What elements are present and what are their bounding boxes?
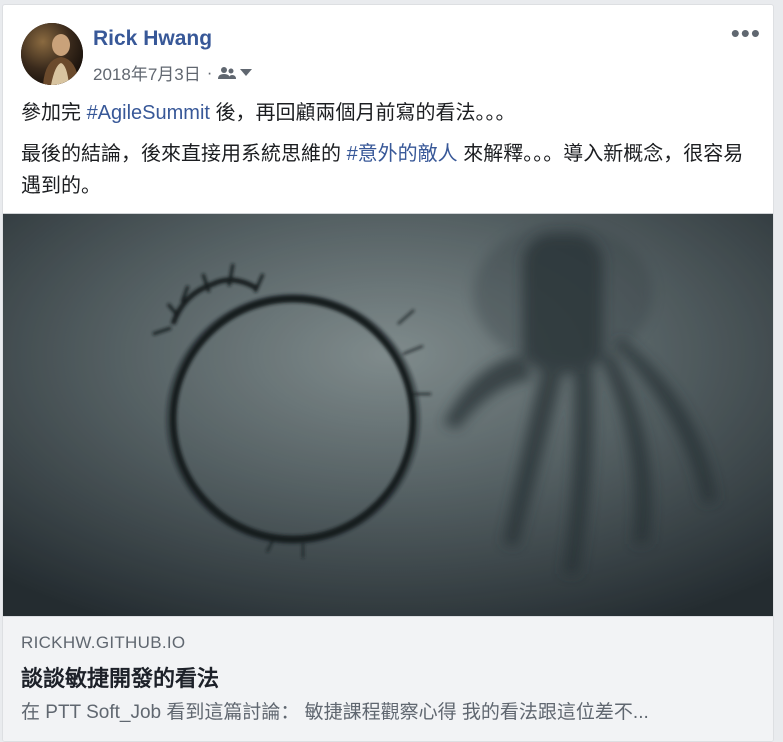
post-meta: 2018年7月3日 · <box>93 60 253 85</box>
hashtag-link[interactable]: #AgileSummit <box>87 102 210 124</box>
text-segment: 後，再回顧兩個月前寫的看法。。。 <box>209 102 516 124</box>
post-card: Rick Hwang 2018年7月3日 · ••• 參加完 #AgileSum… <box>2 4 774 742</box>
more-options-button[interactable]: ••• <box>731 20 761 46</box>
text-segment: 最後的結論，後來直接用系統思維的 <box>21 143 347 165</box>
post-text-line-1: 參加完 #AgileSummit 後，再回顧兩個月前寫的看法。。。 <box>21 97 751 129</box>
post-text-line-2: 最後的結論，後來直接用系統思維的 #意外的敵人 來解釋。。。導入新概念，很容易遇… <box>21 138 751 202</box>
post-date[interactable]: 2018年7月3日 <box>93 60 201 85</box>
link-domain: RICKHW.GITHUB.IO <box>21 633 186 652</box>
chevron-down-icon[interactable] <box>240 68 253 77</box>
avatar[interactable] <box>21 23 83 85</box>
hashtag-link[interactable]: #意外的敵人 <box>347 143 458 165</box>
link-title[interactable]: 談談敏捷開發的看法 <box>21 661 219 693</box>
meta-separator: · <box>206 62 213 82</box>
link-preview[interactable]: RICKHW.GITHUB.IO 談談敏捷開發的看法 在 PTT Soft_Jo… <box>3 616 773 741</box>
author-name[interactable]: Rick Hwang <box>93 27 212 51</box>
text-segment: 參加完 <box>21 102 87 124</box>
link-preview-image[interactable] <box>3 213 773 616</box>
friends-icon[interactable] <box>218 66 237 80</box>
link-description: 在 PTT Soft_Job 看到這篇討論： 敏捷課程觀察心得 我的看法跟這位差… <box>21 702 649 723</box>
